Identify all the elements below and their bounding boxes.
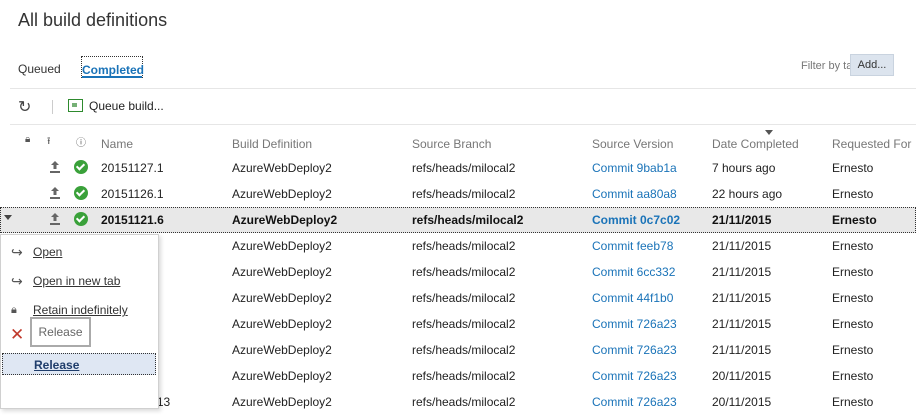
- cell-version[interactable]: Commit 6cc332: [592, 265, 675, 279]
- open-new-tab-icon: ↪: [11, 273, 23, 289]
- cell-definition: AzureWebDeploy2: [232, 187, 332, 201]
- column-header-date[interactable]: Date Completed: [712, 137, 799, 151]
- table-row[interactable]: 20151121.6 AzureWebDeploy2 refs/heads/milo…: [0, 207, 916, 233]
- table-row[interactable]: 20151127.1 AzureWebDeploy2 refs/heads/milo…: [0, 155, 916, 181]
- cell-definition: AzureWebDeploy2: [232, 213, 338, 227]
- row-menu-caret-icon[interactable]: [4, 215, 12, 220]
- menu-item-open-new-tab-label: Open in new tab: [33, 274, 121, 288]
- column-header-requested[interactable]: Requested For: [832, 137, 911, 151]
- column-header-branch[interactable]: Source Branch: [412, 137, 491, 151]
- succeeded-icon: [74, 160, 88, 174]
- cell-requested: Ernesto: [832, 369, 874, 383]
- cell-requested: Ernesto: [832, 161, 874, 175]
- cell-version[interactable]: Commit feeb78: [592, 239, 673, 253]
- sort-descending-icon: [765, 130, 773, 135]
- queue-build-button[interactable]: Queue build...: [68, 99, 164, 113]
- menu-item-open-label: Open: [33, 245, 63, 259]
- column-header-version[interactable]: Source Version: [592, 137, 673, 151]
- cell-definition: AzureWebDeploy2: [232, 317, 332, 331]
- cell-date: 21/11/2015: [712, 343, 772, 357]
- cell-branch: refs/heads/milocal2: [412, 239, 516, 253]
- cell-version[interactable]: Commit 726a23: [592, 343, 677, 357]
- cell-requested: Ernesto: [832, 239, 874, 253]
- deploy-header-icon: ⭱: [47, 136, 51, 147]
- cell-requested: Ernesto: [832, 187, 874, 201]
- toolbar: ↻ Queue build...: [18, 97, 916, 117]
- refresh-icon[interactable]: ↻: [18, 97, 31, 117]
- column-header-name[interactable]: Name: [101, 137, 133, 151]
- cell-name: 20151126.1: [101, 187, 164, 201]
- queue-build-label: Queue build...: [89, 99, 164, 113]
- tab-completed[interactable]: Completed: [81, 56, 144, 78]
- cell-date: 21/11/2015: [712, 317, 772, 331]
- cell-branch: refs/heads/milocal2: [412, 265, 516, 279]
- table-row[interactable]: 20151126.1 AzureWebDeploy2 refs/heads/milo…: [0, 181, 916, 207]
- deployed-icon: [48, 212, 62, 226]
- menu-item-retain-label: Retain indefinitely: [33, 303, 128, 317]
- succeeded-icon: [74, 212, 88, 226]
- cell-name: 20151121.6: [101, 213, 164, 227]
- succeeded-icon: [74, 186, 88, 200]
- cell-branch: refs/heads/milocal2: [412, 291, 516, 305]
- retain-header-icon: 🔒︎: [25, 134, 31, 145]
- cell-date: 21/11/2015: [712, 239, 772, 253]
- cell-version[interactable]: Commit aa80a8: [592, 187, 677, 201]
- cell-date: 21/11/2015: [712, 291, 772, 305]
- cell-definition: AzureWebDeploy2: [232, 369, 332, 383]
- cell-branch: refs/heads/milocal2: [412, 317, 516, 331]
- queue-build-icon: [68, 99, 83, 112]
- cell-definition: AzureWebDeploy2: [232, 343, 332, 357]
- header-divider: [10, 124, 916, 125]
- cell-branch: refs/heads/milocal2: [412, 213, 524, 227]
- cell-requested: Ernesto: [832, 213, 877, 227]
- cell-date: 20/11/2015: [712, 369, 772, 383]
- release-tooltip: Release: [30, 317, 91, 347]
- lock-icon: 🔒︎: [11, 304, 17, 316]
- cell-version[interactable]: Commit 726a23: [592, 317, 677, 331]
- tab-queued[interactable]: Queued: [18, 62, 61, 76]
- cell-requested: Ernesto: [832, 317, 874, 331]
- menu-item-release[interactable]: Release: [2, 353, 156, 375]
- cell-definition: AzureWebDeploy2: [232, 161, 332, 175]
- cell-definition: AzureWebDeploy2: [232, 265, 332, 279]
- deployed-icon: [48, 186, 62, 200]
- cell-version[interactable]: Commit 9bab1a: [592, 161, 677, 175]
- cell-date: 7 hours ago: [712, 161, 776, 175]
- cell-requested: Ernesto: [832, 343, 874, 357]
- cell-version[interactable]: Commit 0c7c02: [592, 213, 680, 227]
- cell-version[interactable]: Commit 726a23: [592, 369, 677, 383]
- open-arrow-icon: ↪: [11, 244, 23, 260]
- tabs-divider: [10, 88, 916, 89]
- menu-item-open-new-tab[interactable]: ↪ Open in new tab: [1, 270, 158, 292]
- menu-item-open[interactable]: ↪ Open: [1, 241, 158, 263]
- cell-branch: refs/heads/milocal2: [412, 161, 516, 175]
- page-title: All build definitions: [18, 10, 168, 30]
- cell-definition: AzureWebDeploy2: [232, 291, 332, 305]
- cell-name: 20151127.1: [101, 161, 164, 175]
- toolbar-divider: [52, 100, 53, 114]
- cell-date: 21/11/2015: [712, 265, 772, 279]
- delete-x-icon[interactable]: ✕: [10, 326, 24, 343]
- cell-requested: Ernesto: [832, 265, 874, 279]
- cell-branch: refs/heads/milocal2: [412, 343, 516, 357]
- cell-date: 21/11/2015: [712, 213, 772, 227]
- deployed-icon: [48, 160, 62, 174]
- cell-branch: refs/heads/milocal2: [412, 187, 516, 201]
- cell-branch: refs/heads/milocal2: [412, 369, 516, 383]
- cell-requested: Ernesto: [832, 291, 874, 305]
- menu-item-release-label: Release: [34, 358, 80, 372]
- add-tag-button[interactable]: Add...: [850, 54, 894, 76]
- cell-definition: AzureWebDeploy2: [232, 239, 332, 253]
- column-header-definition[interactable]: Build Definition: [232, 137, 312, 151]
- cell-version[interactable]: Commit 44f1b0: [592, 291, 673, 305]
- cell-date: 22 hours ago: [712, 187, 783, 201]
- info-header-icon: ⓘ: [76, 138, 86, 149]
